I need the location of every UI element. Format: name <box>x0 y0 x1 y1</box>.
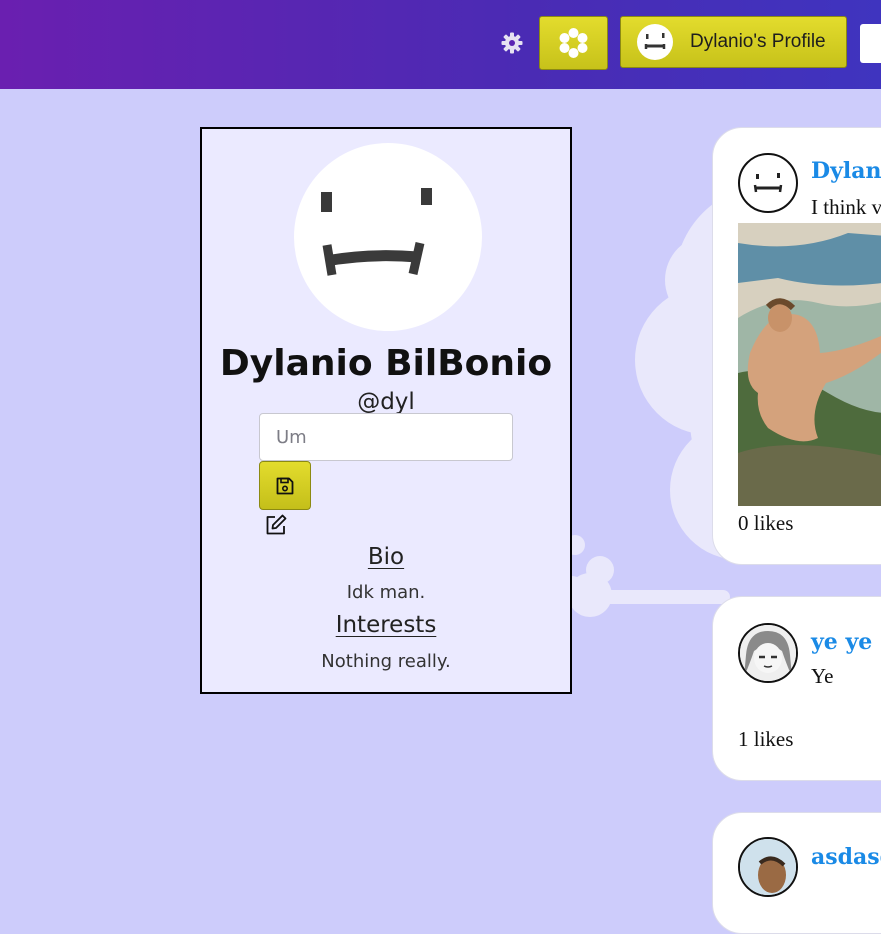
profile-button[interactable]: Dylanio's Profile <box>620 16 847 68</box>
interests-title: Interests <box>202 612 570 638</box>
post-text: Ye <box>811 664 834 688</box>
post-author[interactable]: Dylani <box>811 158 881 184</box>
post-avatar[interactable] <box>738 623 798 683</box>
search-box[interactable] <box>860 24 881 63</box>
profile-card: Dylanio BilBonio @dyl Bio Idk man. Inter… <box>200 127 572 694</box>
interests-text: Nothing really. <box>321 651 451 672</box>
home-button[interactable] <box>539 16 608 70</box>
flower-icon <box>559 28 588 58</box>
post-card: asdasd <box>712 812 881 934</box>
save-button[interactable] <box>259 461 311 510</box>
gear-icon[interactable] <box>500 31 524 55</box>
post-image <box>738 223 881 506</box>
profile-avatar <box>294 143 482 331</box>
edit-icon[interactable] <box>264 513 288 537</box>
post-card: ye ye ( Ye 1 likes <box>712 596 881 781</box>
avatar <box>637 24 673 60</box>
bio-text: Idk man. <box>346 582 426 603</box>
profile-button-label: Dylanio's Profile <box>690 31 826 52</box>
bio-title: Bio <box>202 544 570 570</box>
post-text: I think v <box>811 195 881 219</box>
profile-handle: @dyl <box>357 389 415 415</box>
post-card: Dylani I think v 0 likes <box>712 127 881 565</box>
post-avatar[interactable] <box>738 153 798 213</box>
interests-title-label: Interests <box>335 612 437 638</box>
post-likes: 0 likes <box>738 511 794 535</box>
post-author[interactable]: ye ye ( <box>811 629 881 655</box>
profile-name: Dylanio BilBonio <box>219 343 553 384</box>
post-likes: 1 likes <box>738 727 794 751</box>
bio-title-label: Bio <box>367 544 405 570</box>
floppy-disk-icon <box>276 477 294 494</box>
status-input[interactable] <box>259 413 513 461</box>
top-navbar: Dylanio's Profile <box>0 0 881 89</box>
post-author[interactable]: asdasd <box>811 844 881 870</box>
post-avatar[interactable] <box>738 837 798 897</box>
